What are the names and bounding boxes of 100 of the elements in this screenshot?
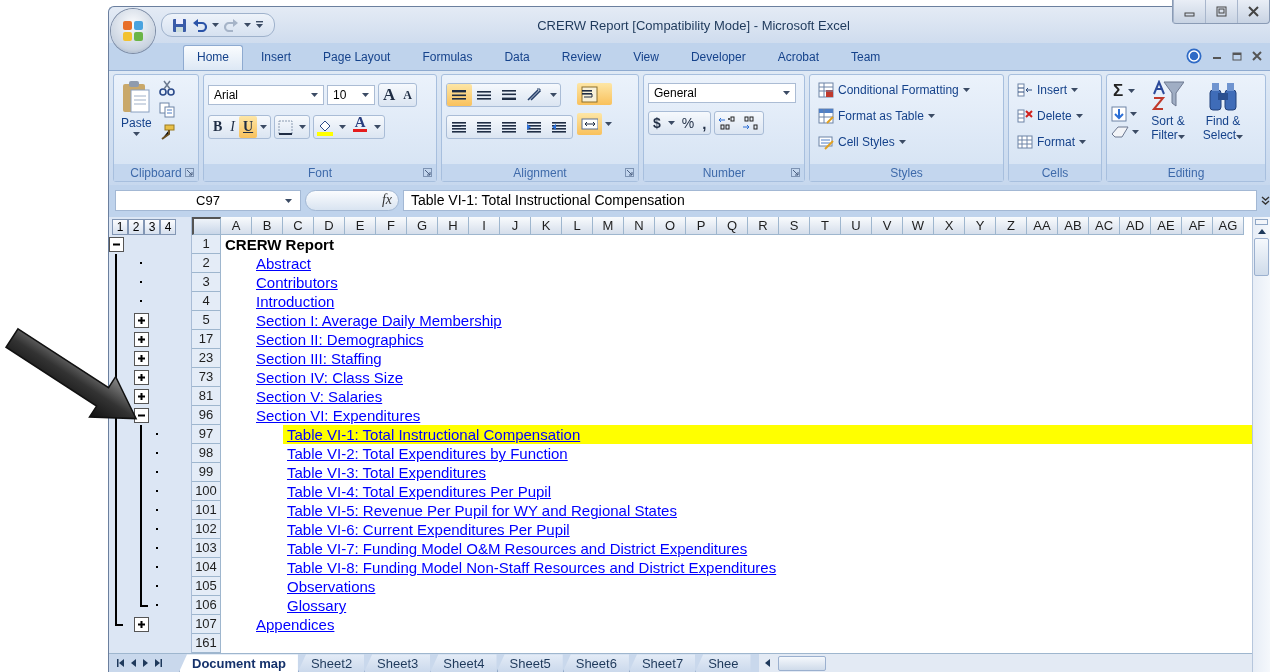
hyperlink[interactable]: Section I: Average Daily Membership bbox=[256, 312, 502, 330]
hyperlink[interactable]: Section II: Demographics bbox=[256, 331, 424, 349]
dialog-launcher-icon[interactable] bbox=[423, 168, 432, 177]
hyperlink[interactable]: Section IV: Class Size bbox=[256, 369, 403, 387]
hyperlink[interactable]: Abstract bbox=[256, 255, 312, 273]
scroll-thumb[interactable] bbox=[1254, 238, 1269, 276]
column-header[interactable]: M bbox=[593, 217, 624, 236]
hyperlink[interactable]: Table VI-7: Funding Model O&M Resources and District Expenditures bbox=[287, 540, 748, 558]
eraser-icon[interactable] bbox=[1111, 126, 1129, 138]
row-number[interactable]: 105 bbox=[192, 577, 221, 597]
hyperlink[interactable]: Section VI: Expenditures bbox=[256, 407, 421, 425]
undo-icon[interactable] bbox=[192, 18, 207, 32]
ribbon-tab[interactable]: Developer bbox=[676, 45, 760, 70]
ribbon-tab[interactable]: View bbox=[619, 45, 673, 70]
scroll-up-icon[interactable] bbox=[1257, 229, 1266, 234]
customize-toolbar-icon[interactable] bbox=[256, 21, 264, 29]
outline-level-button[interactable]: 2 bbox=[128, 219, 144, 235]
font-color-button[interactable]: A bbox=[349, 116, 372, 138]
autosum-button[interactable]: Σ bbox=[1111, 80, 1126, 102]
help-icon[interactable] bbox=[1186, 48, 1202, 64]
expand-formula-icon[interactable] bbox=[1261, 195, 1270, 205]
ribbon-tab[interactable]: Page Layout bbox=[309, 45, 405, 70]
grow-font-button[interactable]: A bbox=[379, 84, 400, 106]
hyperlink[interactable]: Table VI-4: Total Expenditures Per Pupil bbox=[287, 483, 552, 501]
row-number[interactable]: 104 bbox=[192, 558, 221, 578]
column-header[interactable]: H bbox=[438, 217, 469, 236]
cells-button[interactable]: Delete bbox=[1013, 104, 1087, 128]
row-number[interactable]: 23 bbox=[192, 349, 221, 369]
bold-button[interactable]: B bbox=[209, 116, 227, 138]
ribbon-tab[interactable]: Home bbox=[183, 45, 243, 70]
column-header[interactable]: G bbox=[407, 217, 438, 236]
ribbon-tab[interactable]: Formulas bbox=[408, 45, 487, 70]
sheet-tab[interactable]: Sheet7 bbox=[628, 654, 696, 672]
name-box[interactable]: C97 bbox=[115, 189, 301, 211]
currency-button[interactable]: $ bbox=[649, 112, 665, 134]
italic-button[interactable]: I bbox=[226, 116, 239, 138]
merge-align-button[interactable] bbox=[577, 113, 602, 135]
sheet-tab[interactable]: Sheet3 bbox=[364, 654, 431, 672]
ribbon-tab[interactable]: Data bbox=[490, 45, 544, 70]
column-header[interactable]: A bbox=[221, 217, 252, 236]
column-header[interactable]: N bbox=[624, 217, 655, 236]
column-header[interactable]: AE bbox=[1151, 217, 1182, 236]
horizontal-scrollbar[interactable] bbox=[758, 654, 1252, 672]
wrap-align-button[interactable] bbox=[577, 83, 612, 105]
collapse-button[interactable] bbox=[134, 408, 149, 424]
row-number[interactable]: 96 bbox=[192, 406, 221, 426]
column-header[interactable]: AA bbox=[1027, 217, 1058, 236]
row-number[interactable]: 98 bbox=[192, 444, 221, 464]
shrink-font-button[interactable]: A bbox=[399, 84, 416, 106]
column-header[interactable]: X bbox=[934, 217, 965, 236]
column-header[interactable]: V bbox=[872, 217, 903, 236]
column-header[interactable]: C bbox=[283, 217, 314, 236]
sheet-tab[interactable]: Sheet5 bbox=[496, 654, 563, 672]
scroll-left-icon[interactable] bbox=[764, 659, 770, 668]
outline-level-button[interactable]: 3 bbox=[144, 219, 160, 235]
column-header[interactable]: AF bbox=[1182, 217, 1213, 236]
dialog-launcher-icon[interactable] bbox=[185, 168, 194, 177]
hyperlink[interactable]: Table VI-1: Total Instructional Compensation bbox=[287, 426, 581, 444]
row-number[interactable]: 103 bbox=[192, 539, 221, 559]
sheet-tab[interactable]: Sheet2 bbox=[297, 654, 365, 672]
hyperlink[interactable]: Table VI-6: Current Expenditures Per Pupil bbox=[287, 521, 570, 539]
column-header[interactable]: P bbox=[686, 217, 717, 236]
column-header[interactable]: W bbox=[903, 217, 934, 236]
row-number[interactable]: 1 bbox=[192, 235, 221, 255]
restore-icon[interactable] bbox=[1232, 51, 1242, 61]
column-header[interactable]: F bbox=[376, 217, 407, 236]
expand-button[interactable] bbox=[134, 370, 149, 386]
outline-level-button[interactable]: 4 bbox=[160, 219, 176, 235]
styles-button[interactable]: Cell Styles bbox=[814, 130, 910, 154]
ribbon-tab[interactable]: Review bbox=[547, 45, 616, 70]
ribbon-tab[interactable]: Insert bbox=[247, 45, 306, 70]
column-header[interactable]: D bbox=[314, 217, 345, 236]
sheet-tab[interactable]: Sheet4 bbox=[430, 654, 497, 672]
ribbon-tab[interactable]: Acrobat bbox=[763, 45, 833, 70]
column-header[interactable]: AC bbox=[1089, 217, 1120, 236]
row-number[interactable]: 73 bbox=[192, 368, 221, 388]
row-number[interactable]: 101 bbox=[192, 501, 221, 521]
row-number[interactable]: 17 bbox=[192, 330, 221, 350]
row-number[interactable]: 2 bbox=[192, 254, 221, 274]
top-align-button[interactable] bbox=[447, 84, 472, 106]
scroll-thumb[interactable] bbox=[777, 655, 826, 671]
column-header[interactable]: AG bbox=[1213, 217, 1244, 236]
last-sheet-icon[interactable] bbox=[155, 659, 162, 668]
paste-button[interactable]: Paste bbox=[118, 78, 155, 138]
hyperlink[interactable]: Contributors bbox=[256, 274, 338, 292]
percent-button[interactable]: % bbox=[677, 112, 699, 134]
hyperlink[interactable]: Table VI-8: Funding Model Non-Staff Resources and District Expenditures bbox=[287, 559, 777, 577]
column-header[interactable]: AD bbox=[1120, 217, 1151, 236]
column-header[interactable]: I bbox=[469, 217, 500, 236]
find-select-button[interactable]: Find & Select bbox=[1197, 78, 1249, 144]
cells-button[interactable]: Insert bbox=[1013, 78, 1082, 102]
expand-button[interactable] bbox=[134, 313, 149, 329]
save-icon[interactable] bbox=[172, 17, 187, 33]
dialog-launcher-icon[interactable] bbox=[625, 168, 634, 177]
column-header[interactable]: AB bbox=[1058, 217, 1089, 236]
number-format-field[interactable]: General bbox=[648, 83, 796, 103]
first-sheet-icon[interactable] bbox=[117, 659, 124, 668]
font-size-field[interactable]: 10 bbox=[327, 85, 375, 105]
column-header[interactable]: B bbox=[252, 217, 283, 236]
sheet-tab[interactable]: Sheet6 bbox=[562, 654, 629, 672]
